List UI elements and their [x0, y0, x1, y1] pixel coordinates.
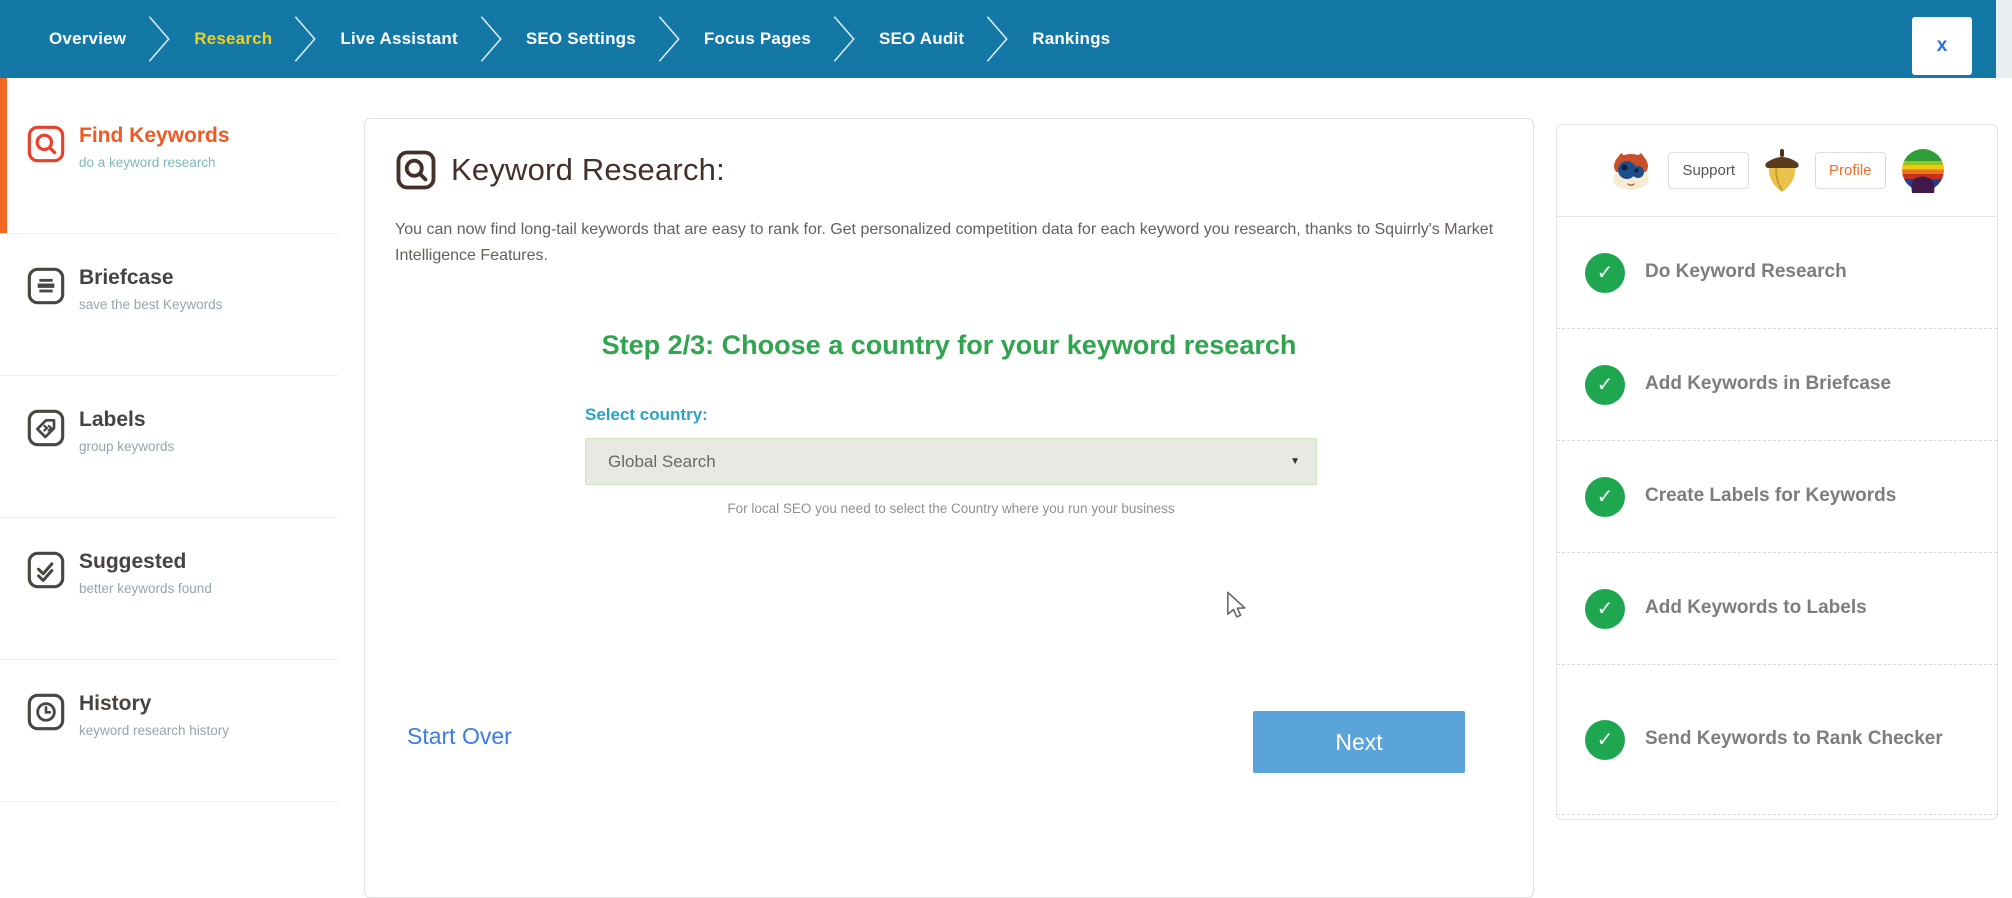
briefcase-icon: [26, 266, 66, 306]
keyword-research-icon: [395, 149, 437, 191]
checklist-label: Create Labels for Keywords: [1645, 482, 1896, 511]
checklist-label: Do Keyword Research: [1645, 258, 1847, 287]
checklist-item: ✓ Add Keywords to Labels: [1557, 553, 1997, 665]
country-select[interactable]: Global Search ▼: [585, 438, 1317, 485]
nav-tab-live-assistant[interactable]: Live Assistant: [319, 0, 504, 78]
close-button[interactable]: x: [1912, 17, 1972, 75]
sidebar-item-history[interactable]: History keyword research history: [0, 660, 338, 802]
check-icon: ✓: [1585, 253, 1625, 293]
breadcrumb-chevron-icon: [985, 10, 1011, 68]
sidebar-item-subtitle: save the best Keywords: [79, 297, 222, 312]
check-icon: ✓: [1585, 589, 1625, 629]
nav-tab-seo-settings[interactable]: SEO Settings: [505, 0, 683, 78]
suggested-icon: [26, 550, 66, 590]
sidebar-item-find-keywords[interactable]: Find Keywords do a keyword research: [0, 92, 338, 234]
nav-tab-rankings[interactable]: Rankings: [1011, 0, 1131, 78]
breadcrumb-chevron-icon: [479, 10, 505, 68]
step-heading: Step 2/3: Choose a country for your keyw…: [395, 330, 1503, 361]
top-nav: Overview Research Live Assistant SEO Set…: [0, 0, 1996, 78]
page-right-gutter: [1996, 0, 2012, 78]
sidebar-item-title: History: [79, 692, 229, 716]
checklist-item: ✓ Send Keywords to Rank Checker: [1557, 665, 1997, 815]
search-icon: [26, 124, 66, 164]
checklist-label: Send Keywords to Rank Checker: [1645, 725, 1943, 754]
start-over-link[interactable]: Start Over: [407, 723, 512, 750]
check-icon: ✓: [1585, 477, 1625, 517]
next-button[interactable]: Next: [1253, 711, 1465, 773]
sidebar-item-briefcase[interactable]: Briefcase save the best Keywords: [0, 234, 338, 376]
select-country-label: Select country:: [585, 405, 1317, 425]
page-description: You can now find long-tail keywords that…: [395, 217, 1515, 268]
sidebar-item-title: Briefcase: [79, 266, 222, 290]
main-panel: Keyword Research: You can now find long-…: [364, 118, 1534, 898]
breadcrumb-chevron-icon: [293, 10, 319, 68]
check-icon: ✓: [1585, 720, 1625, 760]
page-title: Keyword Research:: [451, 152, 725, 188]
sidebar-item-subtitle: do a keyword research: [79, 155, 230, 170]
progress-sidebar: Support Profile: [1556, 124, 1998, 820]
checklist-item: ✓ Add Keywords in Briefcase: [1557, 329, 1997, 441]
checklist-label: Add Keywords to Labels: [1645, 594, 1867, 623]
mouse-cursor-icon: [1223, 591, 1249, 621]
breadcrumb-chevron-icon: [657, 10, 683, 68]
sidebar-item-subtitle: group keywords: [79, 439, 174, 454]
support-button[interactable]: Support: [1668, 152, 1749, 189]
squirrly-research-page: Overview Research Live Assistant SEO Set…: [0, 0, 2012, 836]
country-form: Select country: Global Search ▼ For loca…: [585, 405, 1317, 516]
account-toolbar: Support Profile: [1557, 125, 1997, 217]
main-title-row: Keyword Research:: [395, 149, 1503, 191]
checklist-label: Add Keywords in Briefcase: [1645, 370, 1891, 399]
nav-tab-focus-pages[interactable]: Focus Pages: [683, 0, 858, 78]
dropdown-arrow-icon: ▼: [1290, 456, 1300, 467]
acorn-icon: [1762, 147, 1802, 195]
sidebar-item-subtitle: better keywords found: [79, 581, 212, 596]
nav-tab-research[interactable]: Research: [173, 0, 319, 78]
checklist-item: ✓ Do Keyword Research: [1557, 217, 1997, 329]
sidebar-item-subtitle: keyword research history: [79, 723, 229, 738]
sidebar-item-title: Labels: [79, 408, 174, 432]
sidebar-item-title: Suggested: [79, 550, 212, 574]
breadcrumb-chevron-icon: [147, 10, 173, 68]
nav-tab-seo-audit[interactable]: SEO Audit: [858, 0, 1011, 78]
nav-tabs: Overview Research Live Assistant SEO Set…: [28, 0, 1131, 78]
checklist-item: ✓ Create Labels for Keywords: [1557, 441, 1997, 553]
history-icon: [26, 692, 66, 732]
labels-icon: [26, 408, 66, 448]
breadcrumb-chevron-icon: [832, 10, 858, 68]
country-helper-text: For local SEO you need to select the Cou…: [585, 501, 1317, 516]
sidebar-item-labels[interactable]: Labels group keywords: [0, 376, 338, 518]
profile-button[interactable]: Profile: [1815, 152, 1886, 189]
sidebar-item-title: Find Keywords: [79, 124, 230, 148]
squirrel-mascot-icon: [1607, 149, 1655, 193]
sidebar-item-suggested[interactable]: Suggested better keywords found: [0, 518, 338, 660]
check-icon: ✓: [1585, 365, 1625, 405]
left-sidebar: Find Keywords do a keyword research Brie…: [0, 78, 338, 802]
seo-checklist: ✓ Do Keyword Research ✓ Add Keywords in …: [1557, 217, 1997, 815]
nav-tab-overview[interactable]: Overview: [28, 0, 173, 78]
country-select-value: Global Search: [608, 452, 716, 472]
user-avatar[interactable]: [1899, 147, 1947, 195]
